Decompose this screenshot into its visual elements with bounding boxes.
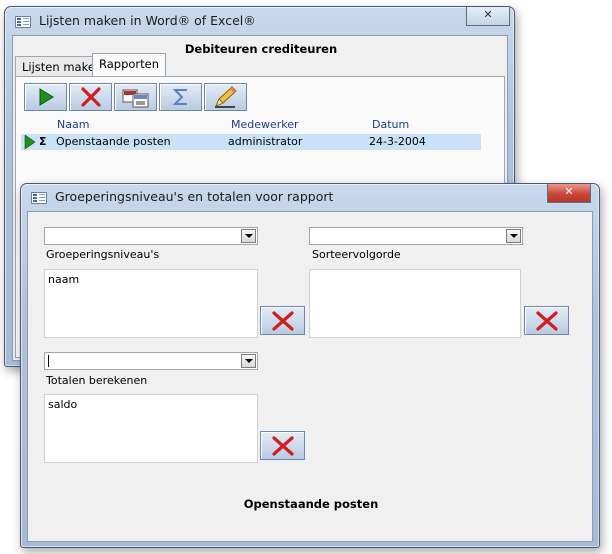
main-header: Debiteuren crediteuren <box>184 42 338 56</box>
chevron-down-icon[interactable] <box>506 229 521 243</box>
run-report-button[interactable] <box>24 83 67 111</box>
row-datum: 24-3-2004 <box>369 135 426 148</box>
edit-report-button[interactable] <box>204 83 247 111</box>
delete-icon <box>80 87 101 107</box>
column-naam[interactable]: Naam <box>57 118 89 131</box>
sum-icon <box>172 89 187 105</box>
grouping-label: Groeperingsniveau's <box>46 248 160 261</box>
delete-icon <box>271 310 294 331</box>
chevron-down-icon[interactable] <box>241 229 256 243</box>
list-item[interactable]: saldo <box>48 398 77 411</box>
delete-icon <box>535 310 558 331</box>
form-icon <box>31 192 47 204</box>
close-icon: ✕ <box>564 185 574 198</box>
sort-combo[interactable] <box>309 227 523 245</box>
copy-icon <box>122 89 148 108</box>
column-medewerker[interactable]: Medewerker <box>231 118 299 131</box>
totals-combo[interactable] <box>44 352 258 370</box>
play-icon <box>39 88 54 106</box>
dialog-title: Groeperingsniveau's en totalen voor rapp… <box>55 189 334 204</box>
row-medewerker: administrator <box>228 135 303 148</box>
totals-listbox[interactable]: saldo <box>44 394 258 463</box>
row-naam: Openstaande posten <box>56 135 171 148</box>
grouping-dialog: Groeperingsniveau's en totalen voor rapp… <box>20 183 600 548</box>
dialog-title-bar[interactable]: Groeperingsniveau's en totalen voor rapp… <box>21 184 599 212</box>
tab-rapporten[interactable]: Rapporten <box>92 53 167 76</box>
sort-label: Sorteervolgorde <box>312 248 401 261</box>
remove-total-button[interactable] <box>260 431 305 460</box>
grouping-listbox[interactable]: naam <box>44 269 258 338</box>
row-sum-icon: Σ <box>39 135 47 148</box>
list-item[interactable]: naam <box>48 273 79 286</box>
row-play-icon <box>24 135 36 149</box>
dialog-client-area: Groeperingsniveau's naam Sorteervolgorde <box>27 211 593 542</box>
delete-icon <box>271 435 294 456</box>
edit-pencil-icon <box>214 86 237 108</box>
main-window-title: Lijsten maken in Word® of Excel® <box>39 13 256 28</box>
copy-report-button[interactable] <box>114 83 157 111</box>
chevron-down-icon[interactable] <box>241 354 256 368</box>
remove-grouping-button[interactable] <box>260 306 305 335</box>
sort-listbox[interactable] <box>309 269 521 338</box>
close-button[interactable]: ✕ <box>466 7 510 26</box>
tab-label: Lijsten maken <box>22 60 103 74</box>
remove-sort-button[interactable] <box>524 306 569 335</box>
dialog-close-button[interactable]: ✕ <box>547 184 591 203</box>
text-caret <box>48 355 49 367</box>
tab-label: Rapporten <box>99 57 160 71</box>
form-icon <box>15 16 31 28</box>
delete-report-button[interactable] <box>69 83 112 111</box>
report-row[interactable]: Σ Openstaande posten administrator 24-3-… <box>21 134 481 150</box>
report-name-footer: Openstaande posten <box>243 497 379 511</box>
totals-label: Totalen berekenen <box>46 374 148 387</box>
close-icon: ✕ <box>483 8 493 21</box>
grouping-combo[interactable] <box>44 227 258 245</box>
totals-button[interactable] <box>159 83 202 111</box>
column-datum[interactable]: Datum <box>372 118 409 131</box>
main-title-bar[interactable]: Lijsten maken in Word® of Excel® ✕ <box>5 7 514 35</box>
